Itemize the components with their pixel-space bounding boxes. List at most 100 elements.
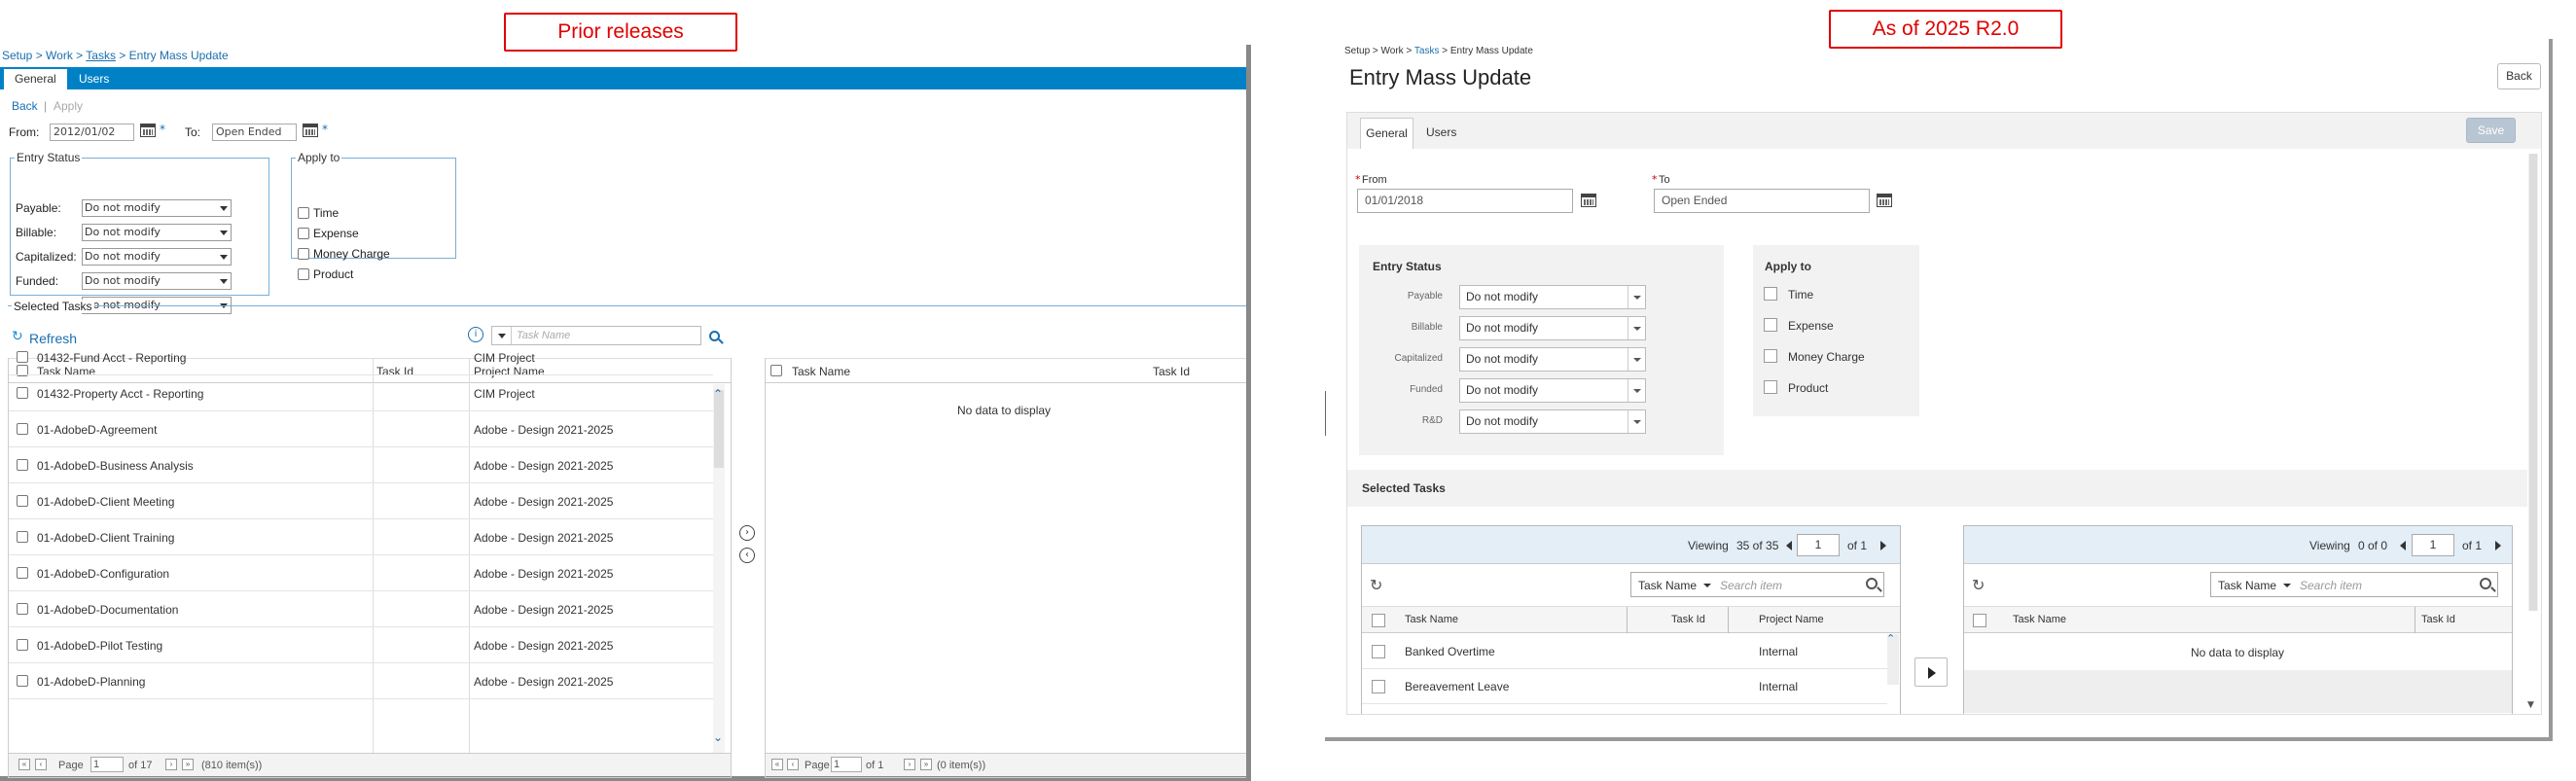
- search-icon[interactable]: [1866, 578, 1878, 589]
- prev-page-icon[interactable]: ‹: [35, 759, 47, 770]
- first-page-icon[interactable]: «: [771, 759, 783, 770]
- scrollbar[interactable]: [713, 384, 725, 753]
- to-date-input[interactable]: Open Ended: [1654, 189, 1870, 213]
- entry-status-select[interactable]: Do not modify: [1459, 347, 1646, 372]
- save-button[interactable]: Save: [2466, 118, 2516, 143]
- move-left-icon[interactable]: ‹: [739, 548, 755, 563]
- col-task-name[interactable]: Task Name: [792, 365, 850, 378]
- entry-status-select[interactable]: Do not modify: [1459, 378, 1646, 403]
- from-date-input[interactable]: 2012/01/02: [50, 124, 134, 141]
- first-page-icon[interactable]: «: [18, 759, 30, 770]
- select-all-checkbox[interactable]: [770, 365, 782, 376]
- calendar-icon[interactable]: [140, 124, 156, 137]
- scrollbar[interactable]: [2528, 154, 2538, 611]
- back-button[interactable]: Back: [2497, 63, 2541, 89]
- next-page-icon[interactable]: [1880, 541, 1886, 550]
- entry-status-select[interactable]: Do not modify: [1459, 316, 1646, 340]
- filter-dropdown[interactable]: Task Name: [2218, 579, 2276, 592]
- table-row[interactable]: 01432-Property Acct - Reporting CIM Proje…: [9, 375, 713, 411]
- apply-to-checkbox[interactable]: [1764, 349, 1777, 363]
- table-row[interactable]: 01-AdobeD-Planning Adobe - Design 2021-20…: [9, 663, 713, 699]
- entry-status-select[interactable]: Do not modify: [82, 199, 232, 217]
- entry-status-select[interactable]: Do not modify: [82, 248, 232, 266]
- col-project-name[interactable]: Project Name: [1759, 614, 1824, 625]
- next-page-icon[interactable]: ›: [165, 759, 177, 770]
- tab-users[interactable]: Users: [1426, 125, 1456, 139]
- col-task-id[interactable]: Task Id: [2421, 614, 2455, 625]
- page-input[interactable]: 1: [90, 757, 124, 772]
- to-date-input[interactable]: Open Ended: [212, 124, 297, 141]
- tab-general[interactable]: General: [1360, 118, 1413, 149]
- row-checkbox[interactable]: [17, 675, 28, 687]
- scroll-down-icon[interactable]: ▼: [2527, 700, 2534, 710]
- next-page-icon[interactable]: ›: [904, 759, 915, 770]
- col-task-id[interactable]: Task Id: [1153, 365, 1190, 378]
- calendar-icon[interactable]: [303, 124, 318, 137]
- calendar-icon[interactable]: [1877, 194, 1892, 207]
- table-row[interactable]: 01-AdobeD-Client Meeting Adobe - Design 2…: [9, 483, 713, 519]
- row-checkbox[interactable]: [1372, 680, 1385, 693]
- row-checkbox[interactable]: [17, 387, 28, 399]
- refresh-icon[interactable]: ↻: [1972, 576, 1985, 594]
- page-input[interactable]: 1: [1797, 534, 1840, 556]
- table-row[interactable]: 01-AdobeD-Business Analysis Adobe - Desig…: [9, 447, 713, 483]
- row-checkbox[interactable]: [17, 531, 28, 543]
- next-page-icon[interactable]: [2495, 541, 2501, 550]
- table-row[interactable]: Banked Overtime Internal: [1362, 634, 1887, 669]
- scroll-up-icon[interactable]: ⌃: [1886, 632, 1895, 645]
- search-input[interactable]: Search item: [1720, 579, 1782, 592]
- select-all-checkbox[interactable]: [1973, 614, 1986, 627]
- table-row[interactable]: 01-AdobeD-Pilot Testing Adobe - Design 20…: [9, 627, 713, 663]
- chevron-down-icon[interactable]: [2283, 584, 2291, 587]
- row-checkbox[interactable]: [17, 495, 28, 507]
- search-input[interactable]: Search item: [2300, 579, 2362, 592]
- prev-page-icon[interactable]: [1786, 541, 1792, 550]
- row-checkbox[interactable]: [17, 351, 28, 363]
- scroll-up-icon[interactable]: ⌃: [713, 387, 723, 401]
- prev-page-icon[interactable]: ‹: [787, 759, 799, 770]
- breadcrumb-tasks-link[interactable]: Tasks: [1414, 46, 1440, 56]
- move-right-icon[interactable]: ›: [739, 525, 755, 541]
- table-row[interactable]: 01-AdobeD-Agreement Adobe - Design 2021-2…: [9, 411, 713, 447]
- col-task-name[interactable]: Task Name: [1405, 614, 1458, 625]
- refresh-icon[interactable]: ↻: [1370, 576, 1382, 594]
- entry-status-select[interactable]: Do not modify: [82, 272, 232, 290]
- search-icon[interactable]: [2480, 578, 2491, 589]
- apply-to-checkbox[interactable]: [1764, 287, 1777, 301]
- col-task-name[interactable]: Task Name: [2013, 614, 2066, 625]
- move-right-button[interactable]: [1914, 657, 1948, 687]
- tab-users[interactable]: Users: [68, 69, 120, 89]
- breadcrumb-tasks-link[interactable]: Tasks: [86, 49, 116, 62]
- prev-page-icon[interactable]: [2400, 541, 2406, 550]
- last-page-icon[interactable]: »: [920, 759, 932, 770]
- table-row[interactable]: 01-AdobeD-Client Training Adobe - Design …: [9, 519, 713, 555]
- page-input[interactable]: 1: [831, 757, 862, 772]
- apply-to-checkbox[interactable]: [298, 268, 309, 280]
- apply-link[interactable]: Apply: [54, 99, 83, 113]
- row-checkbox[interactable]: [17, 567, 28, 579]
- apply-to-checkbox[interactable]: [298, 248, 309, 260]
- entry-status-select[interactable]: Do not modify: [1459, 409, 1646, 434]
- scroll-down-icon[interactable]: ⌄: [713, 730, 723, 744]
- select-all-checkbox[interactable]: [1372, 614, 1385, 627]
- table-row[interactable]: 01-AdobeD-Configuration Adobe - Design 20…: [9, 555, 713, 591]
- table-row[interactable]: Bereavement Leave Internal: [1362, 669, 1887, 704]
- tab-general[interactable]: General: [4, 69, 67, 89]
- chevron-down-icon[interactable]: [1703, 584, 1711, 587]
- apply-to-checkbox[interactable]: [298, 207, 309, 219]
- filter-dropdown[interactable]: Task Name: [1638, 579, 1697, 592]
- apply-to-checkbox[interactable]: [298, 228, 309, 239]
- row-checkbox[interactable]: [17, 423, 28, 435]
- last-page-icon[interactable]: »: [182, 759, 194, 770]
- table-row[interactable]: 01432-Fund Acct - Reporting CIM Project: [9, 339, 713, 375]
- entry-status-select[interactable]: Do not modify: [82, 224, 232, 241]
- row-checkbox[interactable]: [17, 603, 28, 615]
- apply-to-checkbox[interactable]: [1764, 318, 1777, 332]
- row-checkbox[interactable]: [17, 459, 28, 471]
- from-date-input[interactable]: 01/01/2018: [1357, 189, 1573, 213]
- row-checkbox[interactable]: [17, 639, 28, 651]
- entry-status-select[interactable]: Do not modify: [1459, 285, 1646, 309]
- apply-to-checkbox[interactable]: [1764, 380, 1777, 394]
- col-task-id[interactable]: Task Id: [1671, 614, 1705, 625]
- table-row[interactable]: 01-AdobeD-Documentation Adobe - Design 20…: [9, 591, 713, 627]
